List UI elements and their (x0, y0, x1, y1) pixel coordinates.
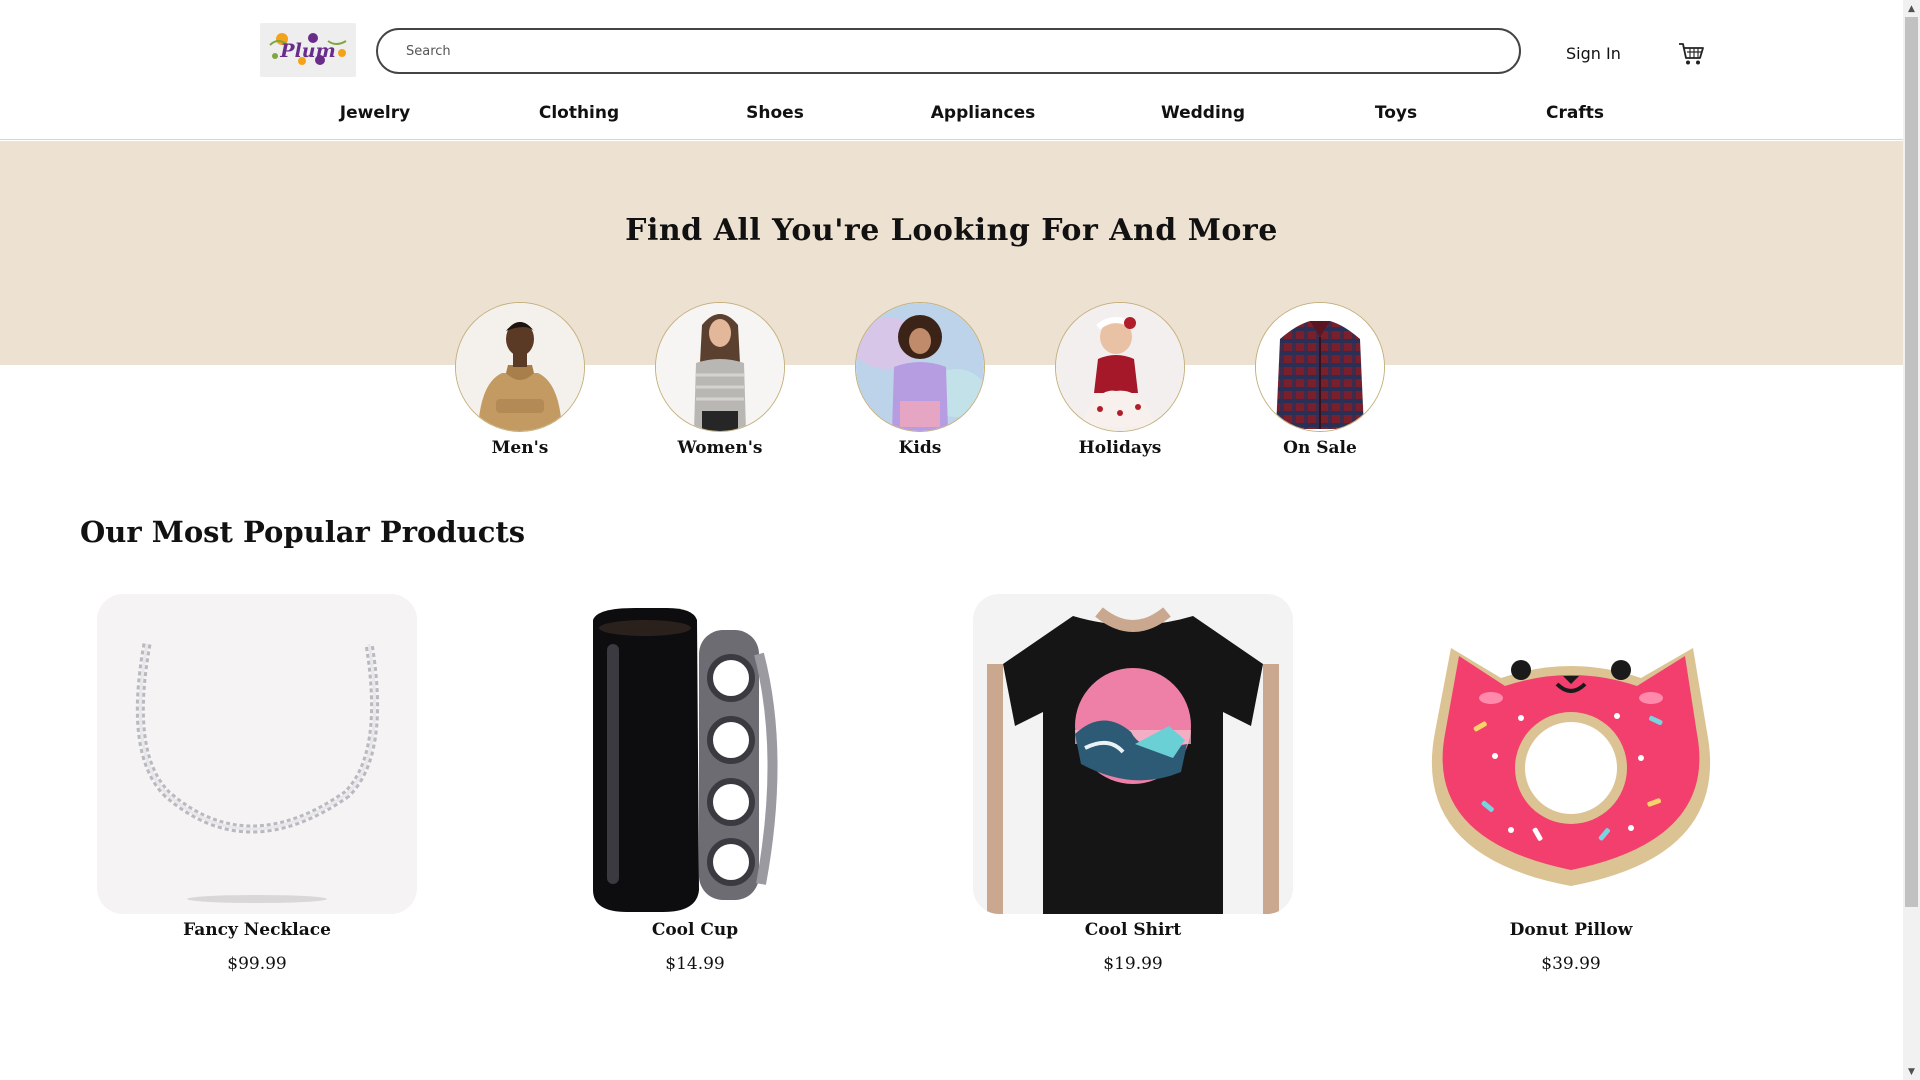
product-card[interactable]: Fancy Necklace $99.99 (97, 594, 417, 974)
nav-item-appliances[interactable]: Appliances (931, 103, 1035, 123)
nav-item-wedding[interactable]: Wedding (1161, 103, 1245, 123)
category-kids-label: Kids (898, 438, 942, 458)
product-fancy-necklace-image (97, 594, 417, 914)
site-logo[interactable]: Plum (260, 23, 356, 77)
product-cool-shirt-image (973, 594, 1293, 914)
site-header: Plum Sign In Jewelry Clothing Shoes Appl… (0, 0, 1903, 140)
product-donut-pillow-image (1411, 594, 1731, 914)
scroll-down-arrow-icon[interactable]: ▼ (1903, 1063, 1920, 1080)
category-mens-label: Men's (491, 438, 549, 458)
category-mens-image (455, 302, 585, 432)
category-nav: Jewelry Clothing Shoes Appliances Weddin… (0, 103, 1903, 125)
product-card[interactable]: Cool Cup $14.99 (535, 594, 855, 974)
product-cool-cup-image (535, 594, 855, 914)
category-kids[interactable]: Kids (855, 302, 985, 458)
product-name: Cool Shirt (1084, 920, 1182, 940)
category-kids-image (855, 302, 985, 432)
category-holidays-image (1055, 302, 1185, 432)
product-price: $14.99 (665, 954, 725, 974)
product-card[interactable]: Donut Pillow $39.99 (1411, 594, 1731, 974)
product-card[interactable]: Cool Shirt $19.99 (973, 594, 1293, 974)
nav-item-clothing[interactable]: Clothing (539, 103, 619, 123)
product-price: $19.99 (1103, 954, 1163, 974)
product-name: Donut Pillow (1509, 920, 1633, 940)
product-price: $39.99 (1541, 954, 1601, 974)
nav-item-crafts[interactable]: Crafts (1546, 103, 1604, 123)
category-on-sale-image (1255, 302, 1385, 432)
popular-section-title: Our Most Popular Products (80, 515, 526, 549)
category-on-sale[interactable]: On Sale (1255, 302, 1385, 458)
category-womens-label: Women's (677, 438, 763, 458)
logo-text: Plum (279, 40, 335, 62)
nav-item-jewelry[interactable]: Jewelry (340, 103, 410, 123)
product-price: $99.99 (227, 954, 287, 974)
product-name: Cool Cup (651, 920, 739, 940)
scroll-up-arrow-icon[interactable]: ▲ (1903, 0, 1920, 17)
search-input[interactable] (378, 30, 1519, 72)
cart-icon (1679, 43, 1704, 65)
category-holidays-label: Holidays (1078, 438, 1162, 458)
hero-title: Find All You're Looking For And More (625, 213, 1278, 248)
sign-in-link[interactable]: Sign In (1566, 44, 1621, 63)
nav-item-shoes[interactable]: Shoes (746, 103, 804, 123)
page-scrollbar[interactable]: ▲ ▼ (1903, 0, 1920, 1080)
product-name: Fancy Necklace (183, 920, 331, 940)
category-womens-image (655, 302, 785, 432)
category-womens[interactable]: Women's (655, 302, 785, 458)
category-mens[interactable]: Men's (455, 302, 585, 458)
plum-logo-image: Plum (260, 23, 356, 77)
search-bar (376, 28, 1521, 74)
nav-item-toys[interactable]: Toys (1375, 103, 1417, 123)
category-holidays[interactable]: Holidays (1055, 302, 1185, 458)
category-on-sale-label: On Sale (1283, 438, 1357, 458)
scroll-thumb[interactable] (1905, 17, 1918, 907)
cart-button[interactable] (1677, 41, 1705, 67)
